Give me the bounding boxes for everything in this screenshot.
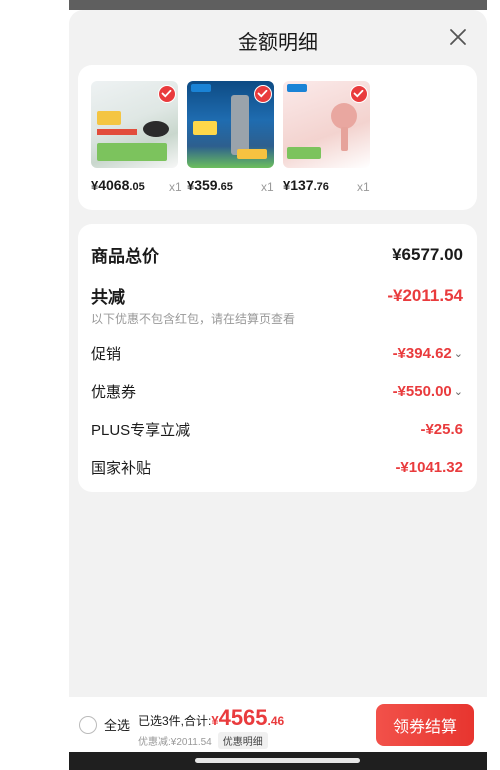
plus-label: PLUS专享立减 <box>91 422 191 439</box>
subsidy-value: -¥1041.32 <box>395 459 463 476</box>
select-all-radio[interactable] <box>79 715 97 734</box>
total-reduction-row: 共减 -¥2011.54 <box>91 283 463 308</box>
discount-text: 优惠减:¥2011.54 <box>138 737 212 748</box>
sheet-title: 金额明细 <box>238 32 318 54</box>
product-quantity: x1 <box>357 180 370 194</box>
selected-total: 已选3件,合计:¥4565.46 <box>138 705 285 730</box>
total-price-value: ¥6577.00 <box>392 244 463 264</box>
selected-check-badge <box>350 85 368 103</box>
promo-label: 促销 <box>91 346 122 363</box>
products-card: ¥4068.05 x1 ¥359.65 x1 ¥137.76 x1 <box>78 65 477 210</box>
product-price: ¥359.65 <box>187 177 233 193</box>
select-all-toggle[interactable]: 全选 <box>79 715 130 734</box>
promo-row[interactable]: 促销 -¥394.62 ⌄ <box>91 343 463 364</box>
product-image[interactable] <box>91 81 178 168</box>
product-item[interactable]: ¥137.76 x1 <box>283 81 373 201</box>
chevron-down-icon: ⌄ <box>453 348 463 360</box>
close-icon <box>450 29 466 45</box>
subsidy-label: 国家补贴 <box>91 460 152 477</box>
product-item[interactable]: ¥4068.05 x1 <box>91 81 182 201</box>
coupon-row[interactable]: 优惠券 -¥550.00 ⌄ <box>91 381 463 402</box>
plus-value: -¥25.6 <box>420 421 463 438</box>
check-icon <box>161 89 172 98</box>
total-price-label: 商品总价 <box>91 247 159 266</box>
product-item[interactable]: ¥359.65 x1 <box>187 81 277 201</box>
total-reduction-value: -¥2011.54 <box>387 285 463 305</box>
product-price: ¥4068.05 <box>91 177 145 193</box>
selected-check-badge <box>254 85 272 103</box>
discount-note: 以下优惠不包含红包，请在结算页查看 <box>91 312 296 326</box>
product-quantity: x1 <box>261 180 274 194</box>
discount-detail-link[interactable]: 优惠明细 <box>217 732 268 749</box>
close-button[interactable] <box>447 26 469 48</box>
coupon-label: 优惠券 <box>91 384 137 401</box>
checkout-button[interactable]: 领券结算 <box>376 704 474 746</box>
discount-summary: 优惠减:¥2011.54 优惠明细 <box>138 732 268 749</box>
background-left <box>0 0 69 770</box>
checkout-bar: 全选 已选3件,合计:¥4565.46 优惠减:¥2011.54 优惠明细 领券… <box>69 697 487 752</box>
summary-card: 商品总价 ¥6577.00 共减 -¥2011.54 以下优惠不包含红包，请在结… <box>78 224 477 492</box>
background-right <box>487 0 500 770</box>
select-all-label: 全选 <box>104 718 131 733</box>
dimmed-overlay[interactable] <box>69 0 487 10</box>
check-icon <box>257 89 268 98</box>
product-price: ¥137.76 <box>283 177 329 193</box>
subsidy-row: 国家补贴 -¥1041.32 <box>91 457 463 478</box>
promo-value: -¥394.62 <box>392 345 452 362</box>
selected-check-badge <box>158 85 176 103</box>
home-indicator[interactable] <box>195 758 360 763</box>
product-image[interactable] <box>187 81 274 168</box>
check-icon <box>353 89 364 98</box>
amount-detail-sheet: 金额明细 ¥4068.05 x1 ¥359.65 x1 ¥137.76 x1 商… <box>69 10 487 752</box>
chevron-down-icon: ⌄ <box>453 386 463 398</box>
total-reduction-label: 共减 <box>91 288 125 307</box>
product-image[interactable] <box>283 81 370 168</box>
plus-row: PLUS专享立减 -¥25.6 <box>91 419 463 440</box>
total-price-row: 商品总价 ¥6577.00 <box>91 242 463 267</box>
product-quantity: x1 <box>169 180 182 194</box>
coupon-value: -¥550.00 <box>392 383 452 400</box>
